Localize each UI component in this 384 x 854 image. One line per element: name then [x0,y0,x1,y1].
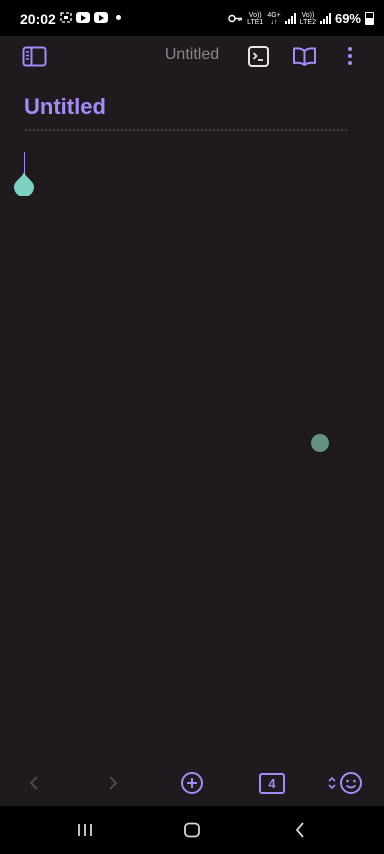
chevron-right-icon [109,776,118,790]
reading-view-button[interactable] [291,44,317,68]
recent-apps-button[interactable] [70,816,100,844]
sort-icon [328,776,336,790]
text-cursor [24,152,25,174]
status-time: 20:02 [20,11,56,27]
more-vertical-icon [348,47,352,65]
network-4g: 4G+ ↓↑ [267,11,281,26]
signal-icon [284,13,296,24]
cursor-handle[interactable] [14,172,34,196]
youtube-icon [94,12,108,23]
more-options-button[interactable] [337,44,363,68]
title-underline [24,128,348,131]
status-bar: 20:02 Vo)) LTE1 4G+ ↓↑ Vo)) LTE2 69% [0,0,384,36]
home-button[interactable] [177,816,207,844]
tab-count: 4 [259,772,285,794]
back-button[interactable] [285,816,315,844]
vpn-key-icon [228,14,243,23]
navigate-forward-button[interactable] [103,768,123,798]
bottom-toolbar: 4 [0,762,384,804]
home-icon [184,822,200,838]
more-notifications-icon [116,15,121,20]
youtube-icon [76,12,90,23]
system-navigation-bar [0,806,384,854]
note-title[interactable]: Untitled [24,94,106,120]
signal-icon [319,13,331,24]
sort-emoji-button[interactable] [326,768,364,798]
status-system-icons: Vo)) LTE1 4G+ ↓↑ Vo)) LTE2 69% [228,11,374,26]
app-header: Untitled [0,36,384,76]
tab-switcher-button[interactable]: 4 [259,768,285,798]
screenshot-icon [60,12,72,23]
smile-icon [340,772,362,794]
terminal-icon [247,45,269,67]
navigate-back-button[interactable] [24,768,44,798]
network-sim1: Vo)) LTE1 [247,11,264,26]
status-notification-icons [60,12,121,23]
network-sim2: Vo)) LTE2 [299,11,316,26]
chevron-left-icon [29,776,38,790]
touch-indicator [311,434,329,452]
plus-circle-icon [181,772,203,794]
back-icon [295,822,304,838]
battery-icon [365,12,374,25]
recent-apps-icon [78,824,92,836]
book-open-icon [292,46,316,66]
header-title: Untitled [164,46,220,63]
new-note-button[interactable] [178,768,206,798]
command-palette-button[interactable] [245,44,271,68]
battery-percent: 69% [334,11,361,26]
